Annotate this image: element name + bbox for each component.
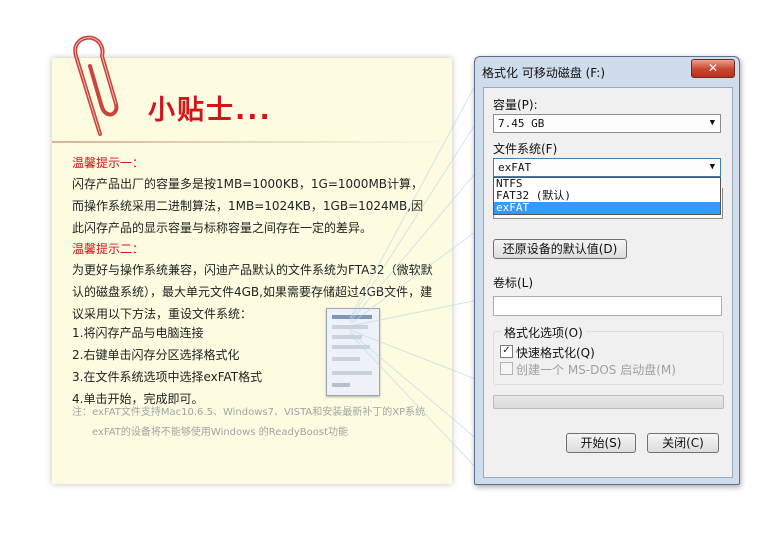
start-button[interactable]: 开始(S): [566, 433, 636, 453]
filesystem-option-exfat[interactable]: exFAT: [494, 202, 720, 214]
dialog-title: 格式化 可移动磁盘 (F:): [482, 66, 606, 80]
capacity-value: 7.45 GB: [498, 117, 545, 130]
dialog-client-area: 容量(P): 7.45 GB ▼ 文件系统(F) exFAT ▼ NTFS FA…: [483, 87, 733, 478]
chevron-down-icon: ▼: [709, 162, 715, 172]
check-icon: ✓: [502, 345, 511, 356]
format-progress-bar: [493, 395, 724, 409]
filesystem-label: 文件系统(F): [493, 142, 558, 156]
filesystem-dropdown-list: NTFS FAT32 (默认) exFAT: [493, 177, 721, 215]
format-options-label: 格式化选项(O): [501, 324, 586, 341]
filesystem-value: exFAT: [498, 161, 532, 174]
chevron-down-icon: ▼: [709, 118, 715, 128]
capacity-label: 容量(P):: [493, 98, 538, 112]
close-button[interactable]: 关闭(C): [647, 433, 719, 453]
quick-format-checkbox[interactable]: ✓: [500, 345, 513, 358]
close-icon[interactable]: ✕: [691, 59, 735, 78]
filesystem-select[interactable]: exFAT ▼: [493, 158, 721, 177]
format-dialog: 格式化 可移动磁盘 (F:) ✕ 容量(P): 7.45 GB ▼ 文件系统(F…: [474, 56, 740, 485]
volume-label-input[interactable]: [493, 296, 722, 316]
quick-format-label: 快速格式化(Q): [516, 346, 595, 360]
capacity-select[interactable]: 7.45 GB ▼: [493, 114, 721, 133]
msdos-boot-checkbox[interactable]: [500, 362, 513, 375]
restore-defaults-button[interactable]: 还原设备的默认值(D): [493, 239, 627, 259]
msdos-boot-label: 创建一个 MS-DOS 启动盘(M): [516, 363, 676, 377]
volume-label: 卷标(L): [493, 276, 534, 290]
